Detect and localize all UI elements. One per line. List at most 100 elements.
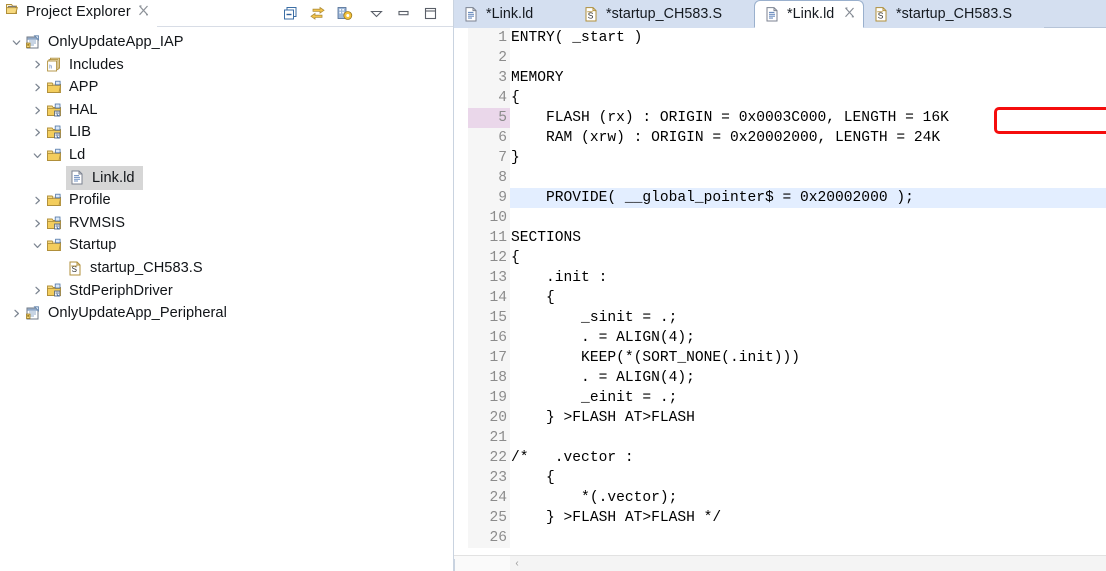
minimize-icon[interactable] bbox=[395, 5, 412, 22]
chevron-right-icon[interactable] bbox=[29, 285, 45, 296]
code-text: KEEP(*(SORT_NONE(.init))) bbox=[510, 348, 1106, 368]
code-line[interactable]: 11SECTIONS bbox=[454, 228, 1106, 248]
chevron-down-icon[interactable] bbox=[29, 240, 45, 251]
svg-text:S: S bbox=[71, 265, 76, 274]
tree-item-label: OnlyUpdateApp_Peripheral bbox=[46, 302, 229, 325]
source-editor[interactable]: 1ENTRY( _start )23MEMORY4{5 FLASH (rx) :… bbox=[454, 28, 1106, 571]
close-icon[interactable] bbox=[138, 5, 149, 19]
chevron-right-icon[interactable] bbox=[29, 82, 45, 93]
code-line[interactable]: 5 FLASH (rx) : ORIGIN = 0x0003C000, LENG… bbox=[454, 108, 1106, 128]
folder-icon bbox=[45, 192, 63, 209]
code-text: . = ALIGN(4); bbox=[510, 368, 1106, 388]
tree-item-startup-ch583-s[interactable]: Sstartup_CH583.S bbox=[0, 257, 453, 280]
horizontal-scrollbar[interactable]: ‹ bbox=[454, 555, 1106, 571]
code-line[interactable]: 20 } >FLASH AT>FLASH bbox=[454, 408, 1106, 428]
collapse-all-icon[interactable] bbox=[282, 5, 299, 22]
code-line[interactable]: 23 { bbox=[454, 468, 1106, 488]
code-text: SECTIONS bbox=[510, 228, 1106, 248]
chevron-right-icon[interactable] bbox=[29, 105, 45, 116]
code-line[interactable]: 15 _sinit = .; bbox=[454, 308, 1106, 328]
chevron-right-icon[interactable] bbox=[29, 195, 45, 206]
code-line[interactable]: 7} bbox=[454, 148, 1106, 168]
annotation-ruler-cell bbox=[454, 268, 468, 288]
code-line[interactable]: 25 } >FLASH AT>FLASH */ bbox=[454, 508, 1106, 528]
tree-item-label: HAL bbox=[67, 99, 100, 122]
code-text: . = ALIGN(4); bbox=[510, 328, 1106, 348]
link-with-editor-icon[interactable] bbox=[309, 5, 326, 22]
tree-item-link-ld[interactable]: Link.ld bbox=[0, 167, 453, 190]
tab-project-explorer[interactable]: Project Explorer bbox=[0, 0, 157, 27]
tree-item-rvmsis[interactable]: RVMSIS bbox=[0, 212, 453, 235]
project-explorer-toolbar bbox=[282, 0, 439, 27]
tree-item-label: APP bbox=[67, 76, 100, 99]
tree-item-label: Link.ld bbox=[90, 167, 137, 190]
code-line[interactable]: 9 PROVIDE( __global_pointer$ = 0x2000200… bbox=[454, 188, 1106, 208]
chevron-right-icon[interactable] bbox=[29, 218, 45, 229]
tree-item-content: Profile bbox=[45, 189, 113, 212]
tree-item-stdperiphdriver[interactable]: StdPeriphDriver bbox=[0, 280, 453, 303]
code-line[interactable]: 4{ bbox=[454, 88, 1106, 108]
editor-tab-2-active[interactable]: *Link.ld bbox=[754, 0, 864, 28]
annotation-ruler-cell bbox=[454, 528, 468, 548]
code-line[interactable]: 6 RAM (xrw) : ORIGIN = 0x20002000, LENGT… bbox=[454, 128, 1106, 148]
code-line[interactable]: 10 bbox=[454, 208, 1106, 228]
tree-item-hal[interactable]: HAL bbox=[0, 99, 453, 122]
tree-item-startup[interactable]: Startup bbox=[0, 234, 453, 257]
code-text: } >FLASH AT>FLASH bbox=[510, 408, 1106, 428]
code-line[interactable]: 2 bbox=[454, 48, 1106, 68]
code-line[interactable]: 14 { bbox=[454, 288, 1106, 308]
code-text bbox=[510, 208, 1106, 228]
tree-item-onlyupdateapp-peripheral[interactable]: OnlyUpdateApp_Peripheral bbox=[0, 302, 453, 325]
tree-item-app[interactable]: APP bbox=[0, 76, 453, 99]
ld-file-icon bbox=[764, 6, 781, 23]
editor-tab-bar: *Link.ldS*startup_CH583.S*Link.ldS*start… bbox=[454, 0, 1106, 28]
code-line[interactable]: 12{ bbox=[454, 248, 1106, 268]
chevron-right-icon[interactable] bbox=[8, 308, 24, 319]
annotation-ruler-cell bbox=[454, 388, 468, 408]
code-line[interactable]: 19 _einit = .; bbox=[454, 388, 1106, 408]
tree-item-ld[interactable]: Ld bbox=[0, 144, 453, 167]
tree-item-content: Startup bbox=[45, 234, 118, 257]
chevron-down-icon[interactable] bbox=[8, 37, 24, 48]
code-line[interactable]: 21 bbox=[454, 428, 1106, 448]
tree-item-content: Ld bbox=[45, 144, 87, 167]
maximize-icon[interactable] bbox=[422, 5, 439, 22]
code-line[interactable]: 8 bbox=[454, 168, 1106, 188]
code-line[interactable]: 17 KEEP(*(SORT_NONE(.init))) bbox=[454, 348, 1106, 368]
tree-item-lib[interactable]: LIB bbox=[0, 121, 453, 144]
tree-item-content: RVMSIS bbox=[45, 212, 127, 235]
code-line[interactable]: 13 .init : bbox=[454, 268, 1106, 288]
code-line[interactable]: 24 *(.vector); bbox=[454, 488, 1106, 508]
editor-tab-3[interactable]: S*startup_CH583.S bbox=[864, 0, 1044, 28]
project-tree[interactable]: OnlyUpdateApp_IAPhIncludesAPPHALLIBLdLin… bbox=[0, 27, 453, 571]
chevron-down-icon[interactable] bbox=[29, 150, 45, 161]
chevron-right-icon[interactable] bbox=[29, 127, 45, 138]
folder-icon bbox=[45, 147, 63, 164]
includes-icon: h bbox=[45, 56, 63, 73]
tree-item-includes[interactable]: hIncludes bbox=[0, 54, 453, 77]
code-line[interactable]: 1ENTRY( _start ) bbox=[454, 28, 1106, 48]
tree-item-content: OnlyUpdateApp_IAP bbox=[24, 31, 186, 54]
code-text: { bbox=[510, 288, 1106, 308]
chevron-right-icon[interactable] bbox=[29, 59, 45, 70]
editor-tab-0[interactable]: *Link.ld bbox=[454, 0, 574, 28]
tab-close-icon[interactable] bbox=[844, 7, 855, 21]
view-menu-icon[interactable] bbox=[368, 5, 385, 22]
annotation-ruler-cell bbox=[454, 168, 468, 188]
code-line[interactable]: 16 . = ALIGN(4); bbox=[454, 328, 1106, 348]
scrollbar-track[interactable] bbox=[524, 556, 1106, 571]
view-menu-building-icon[interactable] bbox=[336, 5, 353, 22]
tree-item-onlyupdateapp-iap[interactable]: OnlyUpdateApp_IAP bbox=[0, 31, 453, 54]
code-line[interactable]: 22/* .vector : bbox=[454, 448, 1106, 468]
annotation-ruler-cell bbox=[454, 468, 468, 488]
code-line[interactable]: 26 bbox=[454, 528, 1106, 548]
scroll-left-arrow-icon[interactable]: ‹ bbox=[510, 556, 524, 571]
editor-tab-1[interactable]: S*startup_CH583.S bbox=[574, 0, 754, 28]
tree-item-profile[interactable]: Profile bbox=[0, 189, 453, 212]
code-lines[interactable]: 1ENTRY( _start )23MEMORY4{5 FLASH (rx) :… bbox=[454, 28, 1106, 555]
code-text: /* .vector : bbox=[510, 448, 1106, 468]
code-line[interactable]: 3MEMORY bbox=[454, 68, 1106, 88]
asm-file-icon: S bbox=[873, 6, 890, 23]
code-line[interactable]: 18 . = ALIGN(4); bbox=[454, 368, 1106, 388]
annotation-ruler-cell bbox=[454, 108, 468, 128]
